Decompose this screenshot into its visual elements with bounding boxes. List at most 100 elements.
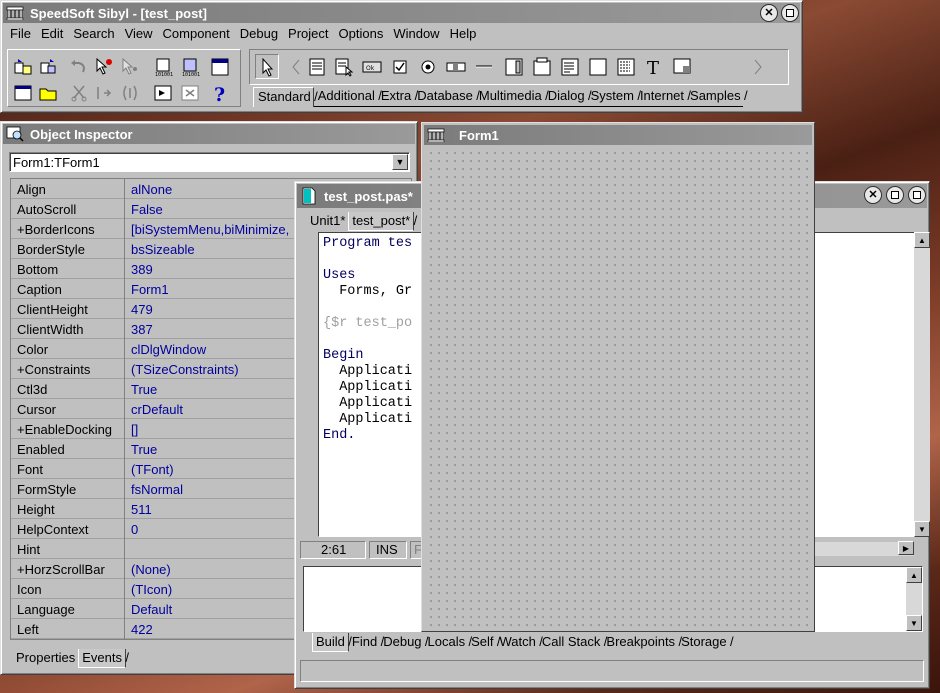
- palette-tab-internet[interactable]: Internet: [635, 87, 691, 107]
- palette-button[interactable]: Ok: [360, 54, 384, 79]
- property-value[interactable]: 387: [131, 322, 153, 337]
- tab-unit1[interactable]: Unit1*: [307, 212, 353, 231]
- palette-pointer[interactable]: [255, 54, 279, 79]
- palette-label[interactable]: T: [642, 54, 666, 79]
- column-divider[interactable]: [124, 579, 125, 599]
- property-value[interactable]: Default: [131, 602, 172, 617]
- object-inspector-titlebar[interactable]: Object Inspector: [3, 124, 415, 144]
- main-restore-button[interactable]: [781, 4, 799, 22]
- column-divider[interactable]: [124, 519, 125, 539]
- main-titlebar[interactable]: SpeedSoft Sibyl - [test_post]: [3, 3, 800, 23]
- editor-close-button[interactable]: ✕: [864, 186, 882, 204]
- undo-tool[interactable]: [67, 55, 91, 78]
- palette-tab-database[interactable]: Database: [413, 87, 480, 107]
- column-divider[interactable]: [124, 399, 125, 419]
- tab-find[interactable]: Find: [349, 633, 385, 652]
- help-tool[interactable]: ?: [208, 81, 232, 104]
- editor-restore-button[interactable]: [908, 186, 926, 204]
- tab-events[interactable]: Events: [78, 649, 129, 668]
- palette-tab-multimedia[interactable]: Multimedia: [474, 87, 549, 107]
- tab-call-stack[interactable]: Call Stack: [539, 633, 607, 652]
- scroll-down-icon[interactable]: ▼: [914, 521, 930, 537]
- property-value[interactable]: 389: [131, 262, 153, 277]
- scroll-up-icon[interactable]: ▲: [906, 567, 922, 583]
- menu-view[interactable]: View: [120, 24, 158, 44]
- palette-edit[interactable]: [586, 54, 610, 79]
- scroll-up-icon[interactable]: ▲: [914, 232, 930, 248]
- palette-groupbox[interactable]: [530, 54, 554, 79]
- open-project-tool[interactable]: [11, 55, 35, 78]
- save-project-tool[interactable]: [36, 55, 60, 78]
- column-divider[interactable]: [124, 219, 125, 239]
- breakpoint-tool[interactable]: [92, 55, 116, 78]
- menu-help[interactable]: Help: [445, 24, 482, 44]
- binary-open-tool[interactable]: 101001: [151, 55, 175, 78]
- palette-scroll-right[interactable]: [751, 54, 765, 79]
- form1-titlebar[interactable]: Form1: [424, 125, 812, 145]
- property-value[interactable]: fsNormal: [131, 482, 183, 497]
- column-divider[interactable]: [124, 599, 125, 619]
- tab-locals[interactable]: Locals: [425, 633, 472, 652]
- open-file-tool[interactable]: [36, 81, 60, 104]
- property-value[interactable]: [biSystemMenu,biMinimize,: [131, 222, 289, 237]
- property-value[interactable]: (TFont): [131, 462, 174, 477]
- column-divider[interactable]: [124, 259, 125, 279]
- menu-search[interactable]: Search: [68, 24, 119, 44]
- palette-tab-additional[interactable]: Additional: [313, 87, 382, 107]
- new-form-tool[interactable]: [208, 55, 232, 78]
- palette-bevel[interactable]: [472, 54, 496, 79]
- tab-self[interactable]: Self: [468, 633, 501, 652]
- sibyl-app-icon[interactable]: [6, 5, 24, 21]
- column-divider[interactable]: [124, 379, 125, 399]
- menu-options[interactable]: Options: [334, 24, 389, 44]
- binary-save-tool[interactable]: 101001: [178, 55, 202, 78]
- tab-watch[interactable]: Watch: [497, 633, 544, 652]
- column-divider[interactable]: [124, 499, 125, 519]
- palette-memo[interactable]: [558, 54, 582, 79]
- property-value[interactable]: alNone: [131, 182, 172, 197]
- main-close-button[interactable]: ✕: [760, 4, 778, 22]
- palette-popupmenu[interactable]: [332, 54, 356, 79]
- message-vertical-scrollbar[interactable]: ▲ ▼: [906, 567, 922, 631]
- property-value[interactable]: Form1: [131, 282, 169, 297]
- column-divider[interactable]: [124, 239, 125, 259]
- column-divider[interactable]: [124, 559, 125, 579]
- property-value[interactable]: 422: [131, 622, 153, 637]
- property-value[interactable]: 479: [131, 302, 153, 317]
- menu-debug[interactable]: Debug: [235, 24, 283, 44]
- cut-tool[interactable]: [67, 81, 91, 104]
- property-value[interactable]: 0: [131, 522, 138, 537]
- menu-edit[interactable]: Edit: [36, 24, 68, 44]
- palette-combobox[interactable]: [670, 54, 694, 79]
- palette-tab-dialog[interactable]: Dialog: [543, 87, 591, 107]
- scroll-right-icon[interactable]: ▶: [898, 541, 914, 555]
- menu-file[interactable]: File: [5, 24, 36, 44]
- menu-component[interactable]: Component: [158, 24, 235, 44]
- menu-project[interactable]: Project: [283, 24, 333, 44]
- scroll-down-icon[interactable]: ▼: [906, 615, 922, 631]
- column-divider[interactable]: [124, 439, 125, 459]
- close-form-tool[interactable]: [178, 81, 202, 104]
- palette-panel[interactable]: [502, 54, 526, 79]
- palette-tab-extra[interactable]: Extra: [376, 87, 419, 107]
- toggle-form-unit-tool[interactable]: [151, 81, 175, 104]
- property-value[interactable]: (TIcon): [131, 582, 172, 597]
- property-value[interactable]: True: [131, 442, 157, 457]
- tab-build[interactable]: Build: [312, 633, 352, 652]
- property-value[interactable]: (None): [131, 562, 171, 577]
- column-divider[interactable]: [124, 299, 125, 319]
- form1-design-grid[interactable]: [425, 147, 813, 629]
- column-divider[interactable]: [124, 539, 125, 559]
- trace-into-tool[interactable]: [118, 81, 142, 104]
- form1-window[interactable]: Form1: [421, 122, 815, 632]
- property-value[interactable]: 511: [131, 502, 152, 517]
- property-value[interactable]: (TSizeConstraints): [131, 362, 239, 377]
- object-selector-combo[interactable]: Form1:TForm1 ▼: [9, 152, 410, 172]
- palette-scrollbar[interactable]: [444, 54, 468, 79]
- palette-tab-system[interactable]: System: [586, 87, 641, 107]
- palette-tab-samples[interactable]: Samples: [686, 87, 747, 107]
- run-to-cursor-tool[interactable]: [118, 55, 142, 78]
- editor-horizontal-scrollbar[interactable]: ▶: [812, 541, 914, 556]
- column-divider[interactable]: [124, 359, 125, 379]
- palette-listbox[interactable]: [614, 54, 638, 79]
